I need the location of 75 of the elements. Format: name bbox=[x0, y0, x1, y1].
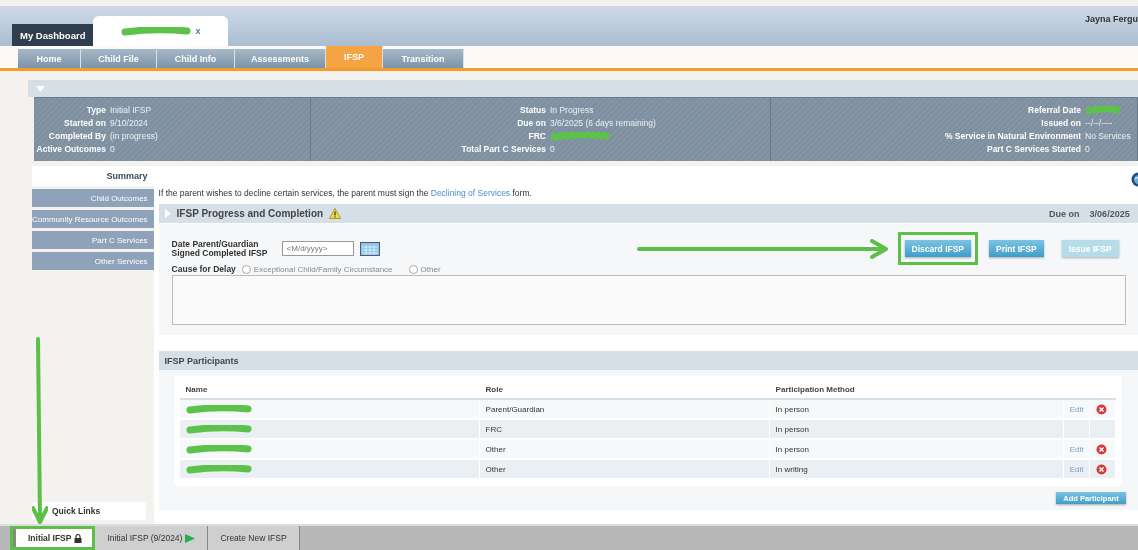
date-field[interactable]: <M/d/yyyy> bbox=[281, 241, 354, 256]
field-label: Date Parent/Guardian Signed Completed IFSP bbox=[171, 239, 269, 258]
calendar-icon[interactable] bbox=[359, 241, 380, 256]
ifsp-tab[interactable]: Create New IFSP bbox=[208, 526, 300, 550]
summary-value: 0 bbox=[550, 144, 556, 154]
sidebar-item[interactable]: Child Outcomes bbox=[32, 189, 154, 207]
summary-label: FRC bbox=[527, 131, 546, 141]
close-tab-button[interactable]: x bbox=[195, 26, 201, 36]
play-icon bbox=[185, 533, 196, 543]
table-cell: In writing bbox=[769, 460, 1064, 480]
quick-links-panel[interactable]: Quick Links bbox=[32, 502, 146, 520]
table-cell: In person bbox=[769, 400, 1064, 420]
declining-of-services-link[interactable]: Declining of Services bbox=[430, 188, 511, 198]
summary-label: Total Part C Services bbox=[460, 144, 546, 154]
nav-tab[interactable]: Home bbox=[18, 49, 81, 68]
summary-value: 0 bbox=[110, 144, 116, 154]
remove-icon[interactable] bbox=[1095, 463, 1107, 475]
redaction-mark bbox=[185, 444, 252, 454]
due-date: 3/06/2025 bbox=[1089, 208, 1130, 219]
table-cell: FRC bbox=[479, 420, 770, 440]
nav-tab[interactable]: IFSP bbox=[326, 46, 383, 68]
table-cell: In person bbox=[769, 440, 1064, 460]
section-title: IFSP Progress and Completion bbox=[176, 208, 324, 219]
dashboard-tab[interactable]: My Dashboard bbox=[12, 24, 94, 46]
nav-tab[interactable]: Assessments bbox=[235, 49, 326, 68]
lock-icon bbox=[74, 533, 83, 543]
summary-label: Started on bbox=[62, 118, 106, 128]
record-tab[interactable]: x bbox=[93, 16, 229, 46]
redaction-mark bbox=[185, 404, 252, 414]
edit-link[interactable]: Edit bbox=[1069, 404, 1084, 414]
remove-icon[interactable] bbox=[1095, 403, 1107, 415]
action-button[interactable]: Print IFSP bbox=[989, 240, 1044, 257]
summary-label: Referral Date bbox=[1027, 105, 1081, 115]
field-label: Cause for Delay bbox=[171, 265, 236, 274]
table-cell: Other bbox=[479, 460, 770, 480]
redaction-mark bbox=[121, 26, 192, 36]
summary-value: --/--/---- bbox=[1085, 118, 1114, 128]
summary-label: Active Outcomes bbox=[35, 144, 106, 154]
summary-label: Status bbox=[519, 105, 546, 115]
notice-text: If the parent wishes to decline certain services, the parent must sign the Declining of Services form. bbox=[158, 188, 533, 198]
table-cell: Other bbox=[479, 440, 770, 460]
edit-link[interactable]: Edit bbox=[1069, 464, 1084, 474]
nav-tab[interactable]: Child File bbox=[81, 49, 157, 68]
summary-value: 0 bbox=[1085, 144, 1091, 154]
sidebar-item[interactable]: Community Resource Outcomes bbox=[32, 210, 154, 228]
summary-value: 9/10/2024 bbox=[110, 118, 149, 128]
nav-tab[interactable]: Transition bbox=[383, 49, 464, 68]
summary-value: In Progress bbox=[550, 105, 595, 115]
summary-value: Initial IFSP bbox=[110, 105, 153, 115]
sidebar-item[interactable]: Summary bbox=[32, 166, 154, 186]
summary-label: Part C Services Started bbox=[985, 144, 1081, 154]
summary-label: Due on bbox=[516, 118, 546, 128]
user-name: Jayna Fergu bbox=[1084, 14, 1138, 24]
redaction-mark bbox=[185, 464, 252, 474]
sidebar-item[interactable]: Other Services bbox=[32, 252, 154, 270]
edit-link[interactable]: Edit bbox=[1069, 444, 1084, 454]
remove-icon[interactable] bbox=[1095, 443, 1107, 455]
table-cell: In person bbox=[769, 420, 1064, 440]
redaction-mark bbox=[185, 424, 252, 434]
nav-tab[interactable]: Child Info bbox=[157, 49, 235, 68]
ifsp-tab[interactable]: Initial IFSP (9/2024) bbox=[95, 526, 209, 550]
section-header[interactable]: IFSP Progress and Completion Due on 3/06/2025 bbox=[158, 204, 1138, 223]
summary-label: Completed By bbox=[47, 131, 106, 141]
summary-value: (in progress) bbox=[110, 131, 159, 141]
warning-icon bbox=[329, 208, 342, 219]
due-label: Due on bbox=[1049, 208, 1080, 219]
action-button[interactable]: Discard IFSP bbox=[904, 240, 972, 257]
summary-label: Issued on bbox=[1040, 118, 1081, 128]
summary-value: 3/6/2025 (6 days remaining) bbox=[550, 118, 657, 128]
sidebar-item[interactable]: Part C Services bbox=[32, 231, 154, 249]
section-title: IFSP Participants bbox=[164, 355, 239, 366]
table-cell: Parent/Guardian bbox=[479, 400, 770, 420]
summary-label: Type bbox=[85, 105, 106, 115]
summary-label: % Service in Natural Environment bbox=[943, 131, 1081, 141]
ifsp-tab[interactable]: Initial IFSP bbox=[10, 526, 96, 550]
